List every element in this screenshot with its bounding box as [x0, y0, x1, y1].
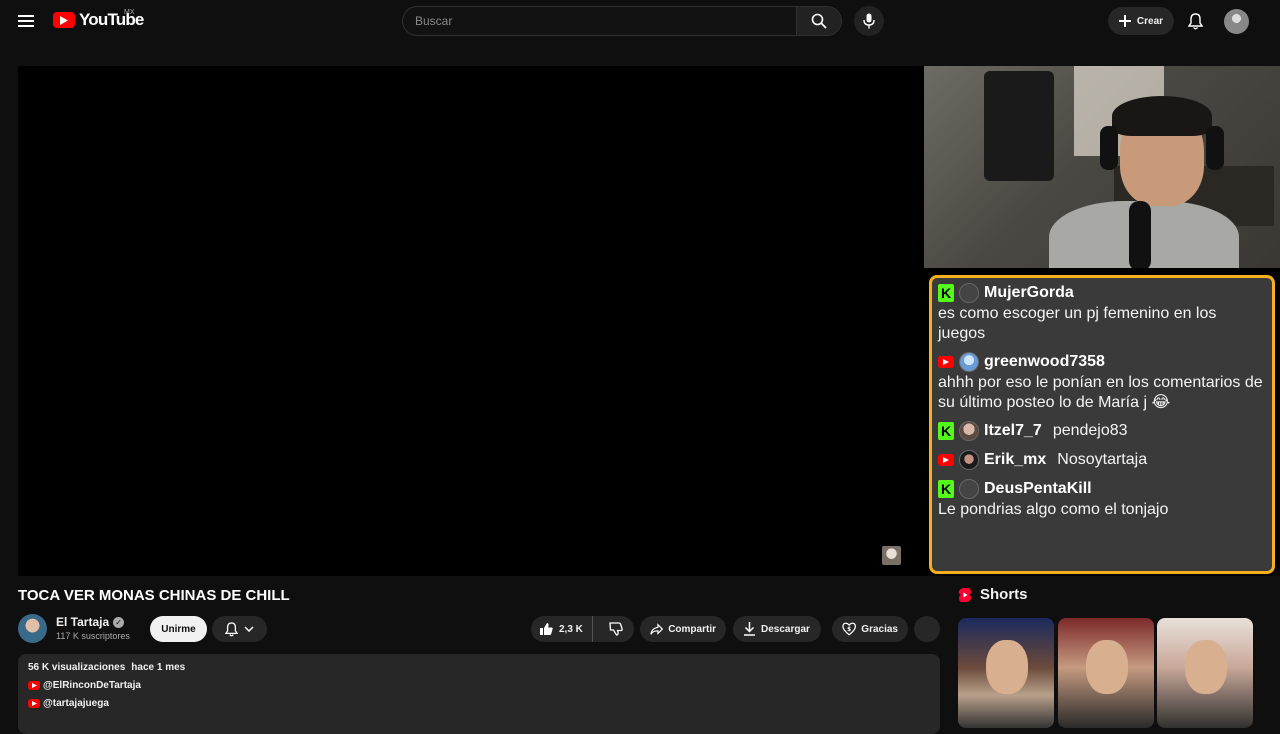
channel-avatar[interactable] [18, 614, 47, 643]
chat-text: pendejo83 [1052, 422, 1128, 439]
search-input[interactable] [403, 7, 797, 35]
search-button[interactable] [796, 6, 842, 36]
link-text[interactable]: @ElRinconDeTartaja [43, 680, 141, 691]
share-label: Compartir [668, 623, 716, 635]
short-face [1185, 640, 1227, 694]
shorts-icon [958, 587, 972, 602]
short-thumbnail[interactable] [958, 618, 1054, 728]
chat-username: Itzel7_7 [984, 422, 1042, 439]
top-bar: YouTube MX Crear [0, 0, 1280, 42]
youtube-icon [938, 356, 954, 368]
like-button[interactable]: 2,3 K [531, 616, 593, 642]
streamer-hair [1112, 96, 1212, 136]
mic-icon [863, 13, 875, 29]
kick-icon: K [938, 480, 954, 498]
chevron-down-icon [244, 626, 254, 632]
chat-text: es como escoger un pj femenino en los ju… [938, 305, 1217, 342]
chat-message: greenwood7358 ahhh por eso le ponían en … [938, 351, 1266, 413]
hamburger-icon [18, 15, 34, 27]
channel-name-row[interactable]: El Tartaja ✓ [56, 615, 125, 629]
kick-icon: K [938, 422, 954, 440]
video-title: TOCA VER MONAS CHINAS DE CHILL [18, 587, 290, 604]
headset-left [1100, 126, 1118, 170]
headset-right [1206, 126, 1224, 170]
streamer-microphone [1129, 201, 1151, 268]
user-avatar [959, 421, 979, 441]
search-icon [811, 13, 827, 29]
link-text[interactable]: @tartajajuega [43, 698, 109, 709]
verified-icon: ✓ [113, 616, 125, 628]
youtube-icon [28, 699, 40, 708]
chat-username: Erik_mx [984, 451, 1047, 468]
webcam-overlay [924, 66, 1280, 268]
country-code: MX [124, 9, 135, 16]
plus-icon [1118, 15, 1131, 27]
chat-text: Le pondrias algo como el tonjajo [938, 501, 1169, 518]
create-label: Crear [1136, 15, 1164, 27]
stream-chat-overlay: K MujerGorda es como escoger un pj femen… [929, 275, 1275, 574]
download-icon [744, 622, 755, 636]
chat-message: K Itzel7_7 pendejo83 [938, 420, 1266, 442]
shorts-header: Shorts [958, 586, 1028, 603]
upload-date: hace 1 mes [131, 662, 186, 673]
dislike-button[interactable] [598, 616, 634, 642]
search-box [402, 6, 797, 36]
share-button[interactable]: Compartir [640, 616, 726, 642]
thumbs-up-icon [540, 623, 553, 635]
kick-icon: K [938, 284, 954, 302]
download-label: Descargar [761, 623, 810, 635]
shorts-title: Shorts [980, 586, 1028, 603]
player-corner-thumbnail [882, 546, 901, 565]
view-count: 56 K visualizaciones [28, 662, 126, 673]
youtube-icon [938, 454, 954, 466]
short-face [1086, 640, 1128, 694]
cam-background-poster [984, 71, 1054, 181]
description-box[interactable]: 56 K visualizaciones hace 1 mes @ElRinco… [18, 654, 940, 734]
bell-icon [225, 621, 238, 636]
user-avatar [959, 352, 979, 372]
user-avatar [959, 479, 979, 499]
like-count: 2,3 K [559, 623, 583, 635]
chat-username: MujerGorda [984, 284, 1074, 301]
subscription-bell-button[interactable] [212, 616, 267, 642]
description-meta: 56 K visualizaciones hace 1 mes [28, 662, 930, 673]
heart-dollar-icon: $ [842, 622, 856, 636]
thumbs-down-icon [609, 622, 623, 636]
share-icon [650, 622, 664, 635]
thanks-label: Gracias [861, 623, 898, 635]
notifications-button[interactable] [1182, 8, 1208, 34]
svg-text:$: $ [847, 627, 851, 633]
join-button[interactable]: Unirme [150, 616, 207, 642]
thanks-button[interactable]: $ Gracias [832, 616, 908, 642]
channel-name[interactable]: El Tartaja [56, 615, 109, 629]
download-button[interactable]: Descargar [733, 616, 821, 642]
youtube-icon [28, 681, 40, 690]
voice-search-button[interactable] [854, 6, 884, 36]
menu-button[interactable] [12, 7, 40, 35]
description-link[interactable]: @tartajajuega [28, 698, 930, 709]
description-link[interactable]: @ElRinconDeTartaja [28, 680, 930, 691]
chat-text: ahhh por eso le ponían en los comentario… [938, 374, 1263, 411]
chat-username: DeusPentaKill [984, 480, 1092, 497]
chat-message: K MujerGorda es como escoger un pj femen… [938, 282, 1266, 344]
chat-username: greenwood7358 [984, 353, 1105, 370]
play-icon [53, 12, 75, 28]
chat-message: Erik_mx Nosoytartaja [938, 449, 1266, 471]
short-face [986, 640, 1028, 694]
create-button[interactable]: Crear [1108, 7, 1174, 35]
bell-icon [1187, 12, 1203, 29]
chat-text: Nosoytartaja [1057, 451, 1148, 468]
more-actions-button[interactable] [914, 616, 940, 642]
user-avatar [959, 283, 979, 303]
like-dislike-group: 2,3 K [531, 616, 634, 642]
short-thumbnail[interactable] [1157, 618, 1253, 728]
short-thumbnail[interactable] [1058, 618, 1154, 728]
account-avatar[interactable] [1224, 9, 1249, 34]
user-avatar [959, 450, 979, 470]
subscriber-count: 117 K suscriptores [56, 631, 130, 641]
chat-message: K DeusPentaKill Le pondrias algo como el… [938, 478, 1266, 520]
